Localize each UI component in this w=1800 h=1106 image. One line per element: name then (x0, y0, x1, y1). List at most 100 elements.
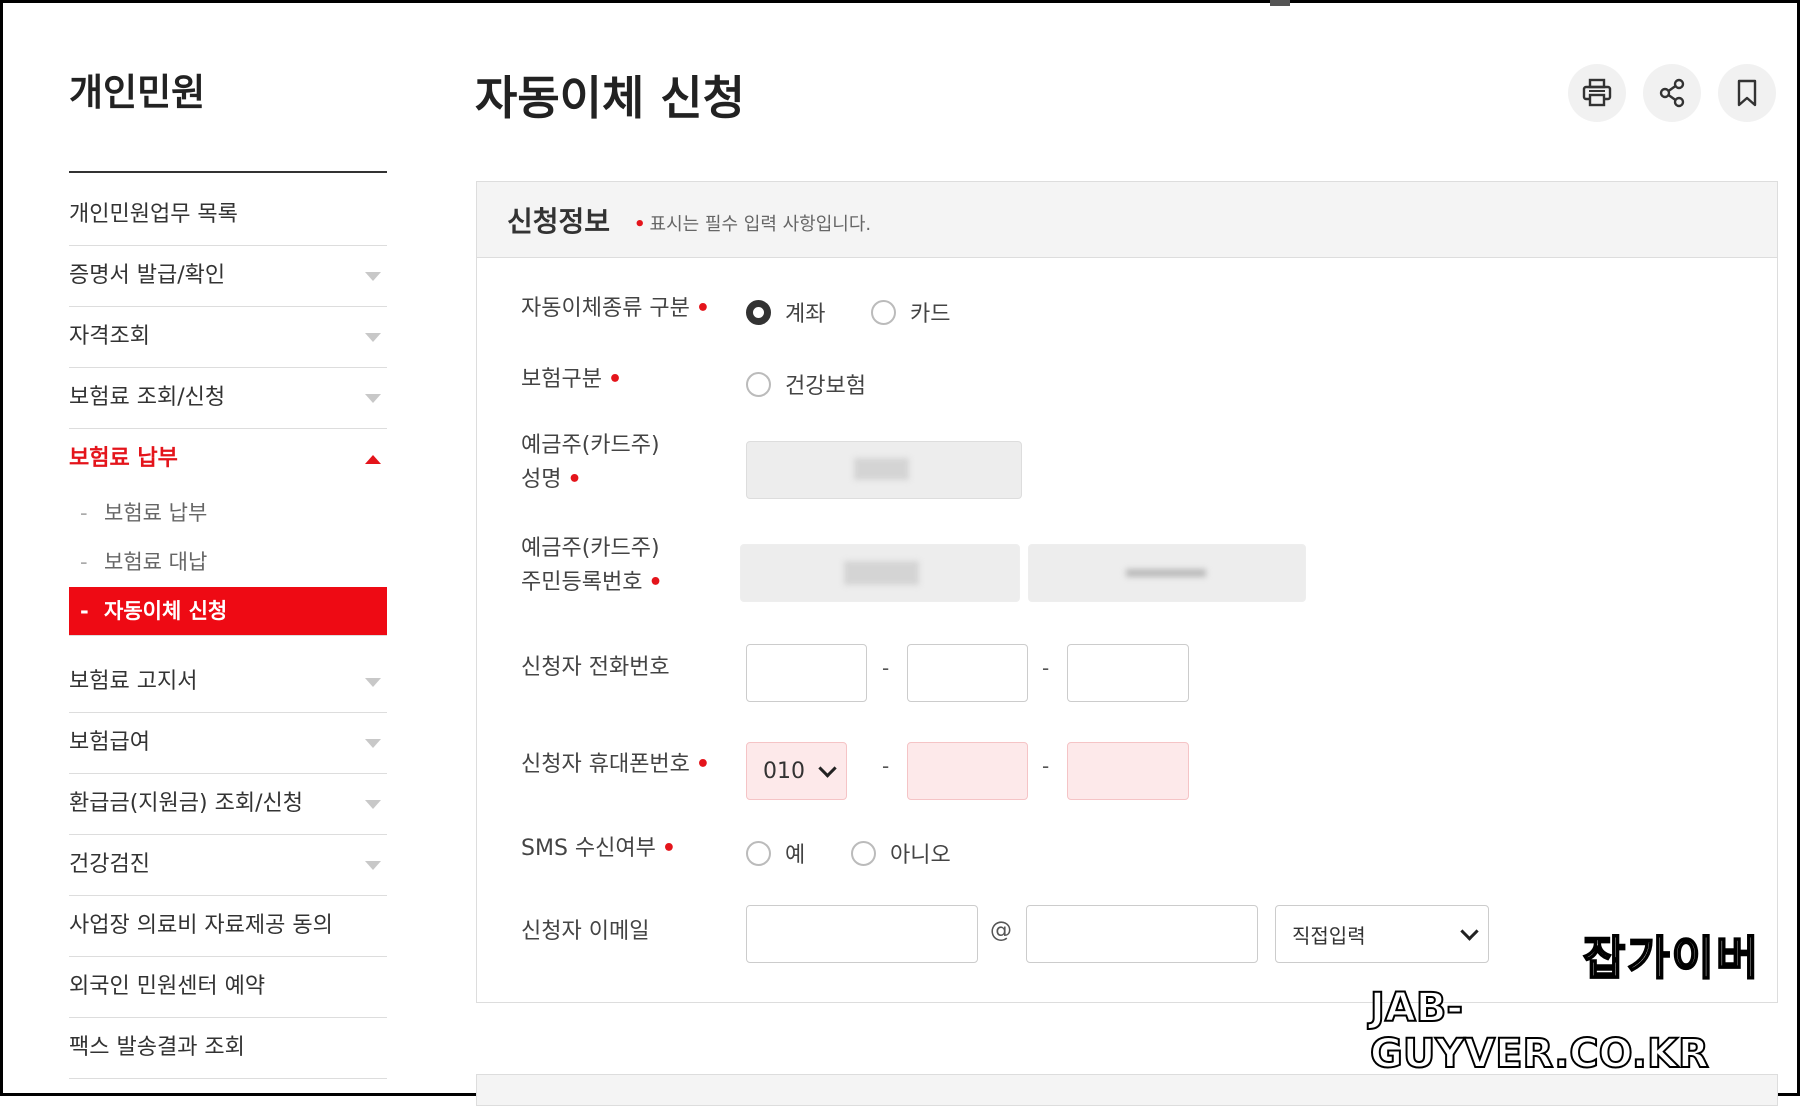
sidebar-item-label: 보험료 고지서 (69, 669, 198, 694)
label-text: 예금주(카드주) (521, 433, 660, 458)
print-button[interactable] (1568, 64, 1626, 122)
sidebar-subitem-payment[interactable]: - 보험료 납부 (69, 489, 387, 538)
redacted-value (1126, 569, 1206, 577)
chevron-down-icon (365, 678, 381, 687)
mobile-part2-input[interactable] (907, 742, 1028, 800)
sidebar-item-premium-payment[interactable]: 보험료 납부 (69, 429, 387, 489)
chevron-down-icon (365, 861, 381, 870)
watermark-url: JAB-GUYVER.CO.KR (1369, 984, 1710, 1078)
separator: - (882, 754, 890, 778)
phone-part2-input[interactable] (907, 644, 1028, 702)
sidebar-item-label: 보험급여 (69, 730, 150, 755)
sidebar-item-refund[interactable]: 환급금(지원금) 조회/신청 (69, 774, 387, 835)
watermark-text: 잡가이버 (1582, 930, 1761, 986)
transfer-type-label: 자동이체종류 구분 • (521, 292, 710, 326)
label-text: 성명 (521, 467, 562, 492)
email-domain-select[interactable]: 직접입력 (1275, 905, 1489, 963)
share-button[interactable] (1643, 64, 1701, 122)
radio-label: 카드 (910, 302, 951, 327)
radio-account[interactable]: 계좌 (746, 296, 825, 328)
phone-part3-input[interactable] (1067, 644, 1189, 702)
chevron-down-icon (1460, 922, 1479, 941)
insurance-type-label: 보험구분 • (521, 363, 622, 397)
selected-value: 직접입력 (1292, 923, 1366, 948)
sidebar-item-foreigner-center[interactable]: 외국인 민원센터 예약 (69, 957, 387, 1018)
sidebar-menu: 개인민원업무 목록 증명서 발급/확인 자격조회 보험료 조회/신청 보험료 납… (69, 185, 387, 1079)
sidebar-item-fax-result[interactable]: 팩스 발송결과 조회 (69, 1018, 387, 1079)
sidebar-subitem-proxy-payment[interactable]: - 보험료 대납 (69, 538, 387, 587)
required-dot: • (648, 570, 663, 595)
email-domain-input[interactable] (1026, 905, 1258, 963)
chevron-down-icon (365, 333, 381, 342)
radio-sms-no[interactable]: 아니오 (851, 837, 951, 869)
label-text: 예금주(카드주) (521, 536, 660, 561)
redacted-value (844, 561, 919, 585)
next-section-panel (476, 1074, 1778, 1106)
sms-label: SMS 수신여부 • (521, 832, 676, 866)
phone-part1-input[interactable] (746, 644, 867, 702)
email-id-input[interactable] (746, 905, 978, 963)
sidebar-item-premium-inquiry[interactable]: 보험료 조회/신청 (69, 368, 387, 429)
label-text: 신청자 휴대폰번호 (521, 752, 690, 777)
sidebar-item-medical-consent[interactable]: 사업장 의료비 자료제공 동의 (69, 896, 387, 957)
radio-health-insurance[interactable]: 건강보험 (746, 368, 866, 400)
rrn-first-field[interactable] (740, 544, 1020, 602)
label-text: 주민등록번호 (521, 570, 643, 595)
sidebar-subitem-auto-transfer[interactable]: - 자동이체 신청 (69, 587, 387, 636)
sidebar-item-qualification[interactable]: 자격조회 (69, 307, 387, 368)
redacted-value (854, 458, 909, 480)
sidebar-item-certificate[interactable]: 증명서 발급/확인 (69, 246, 387, 307)
chevron-down-icon (365, 800, 381, 809)
rrn-second-field[interactable] (1028, 544, 1306, 602)
radio-unselected-icon (746, 371, 771, 397)
label-text: SMS 수신여부 (521, 836, 656, 861)
radio-sms-yes[interactable]: 예 (746, 837, 805, 869)
sidebar-item-label: 보험료 납부 (69, 446, 178, 471)
mobile-label: 신청자 휴대폰번호 • (521, 748, 710, 782)
required-dot: • (634, 214, 646, 235)
required-note-text: 표시는 필수 입력 사항입니다. (649, 214, 872, 235)
sidebar-item-notice[interactable]: 보험료 고지서 (69, 652, 387, 713)
sidebar-subitem-label: 보험료 납부 (104, 501, 208, 525)
radio-label: 계좌 (785, 302, 826, 327)
sidebar-item-label: 증명서 발급/확인 (69, 263, 226, 288)
dash-icon: - (80, 501, 88, 525)
dash-icon: - (80, 550, 88, 574)
radio-label: 예 (785, 843, 806, 868)
sidebar-item-label: 건강검진 (69, 852, 150, 877)
sidebar-item-label: 팩스 발송결과 조회 (69, 1035, 245, 1060)
mobile-prefix-select[interactable]: 010 (746, 742, 847, 800)
sidebar-item-label: 보험료 조회/신청 (69, 385, 226, 410)
phone-label: 신청자 전화번호 (521, 655, 670, 680)
at-sign: @ (990, 918, 1012, 943)
sidebar-item-checkup[interactable]: 건강검진 (69, 835, 387, 896)
sidebar-item-list[interactable]: 개인민원업무 목록 (69, 185, 387, 246)
radio-card[interactable]: 카드 (871, 296, 950, 328)
sidebar-subitem-label: 자동이체 신청 (104, 599, 228, 623)
label-text: 자동이체종류 구분 (521, 296, 690, 321)
bookmark-icon (1737, 79, 1757, 107)
holder-rrn-label: 예금주(카드주) 주민등록번호 • (521, 532, 663, 600)
sidebar-item-label: 개인민원업무 목록 (69, 202, 238, 227)
chevron-up-icon (365, 455, 381, 464)
sidebar-item-label: 사업장 의료비 자료제공 동의 (69, 913, 333, 938)
radio-unselected-icon (871, 299, 896, 325)
sidebar-item-label: 외국인 민원센터 예약 (69, 974, 266, 999)
chevron-down-icon (365, 739, 381, 748)
sidebar-divider (69, 171, 387, 173)
holder-name-label: 예금주(카드주) 성명 • (521, 429, 660, 497)
share-icon (1659, 78, 1685, 108)
sidebar-item-benefits[interactable]: 보험급여 (69, 713, 387, 774)
selected-value: 010 (763, 758, 805, 784)
chevron-down-icon (365, 272, 381, 281)
holder-name-field[interactable] (746, 441, 1022, 499)
radio-label: 아니오 (890, 843, 951, 868)
required-dot: • (661, 836, 676, 861)
mobile-part3-input[interactable] (1067, 742, 1189, 800)
bookmark-button[interactable] (1718, 64, 1776, 122)
chevron-down-icon (818, 759, 837, 778)
radio-unselected-icon (851, 840, 876, 866)
sidebar-title: 개인민원 (69, 71, 206, 114)
email-label: 신청자 이메일 (521, 919, 650, 944)
required-dot: • (695, 296, 710, 321)
